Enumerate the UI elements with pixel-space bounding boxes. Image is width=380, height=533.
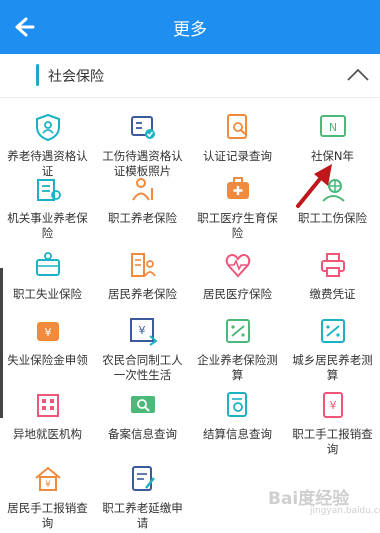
house-money-icon: ¥	[35, 466, 61, 491]
service-label: 职工工伤保险	[298, 211, 367, 225]
service-label: 结算信息查询	[203, 427, 272, 441]
money-transfer-icon: ¥	[130, 318, 158, 346]
printer-icon	[321, 253, 345, 277]
service-label: 职工养老保险	[108, 211, 177, 225]
service-label: 职工养老延缴申请	[102, 501, 183, 530]
document-search-icon	[227, 114, 247, 139]
top-bar: 更多	[0, 0, 380, 54]
worker-box-icon	[36, 252, 60, 276]
hospital-building-icon	[37, 394, 59, 417]
chevron-up-icon[interactable]	[346, 66, 370, 84]
receipt-icon: ¥	[323, 392, 343, 418]
service-label: 机关事业养老保险	[7, 211, 88, 240]
form-edit-icon	[132, 466, 155, 491]
watermark-sub: jingyan.baidu.com	[310, 506, 380, 516]
n-year-card-icon: N	[320, 115, 346, 137]
elder-user-icon	[132, 178, 153, 201]
money-box-icon: ¥	[37, 322, 59, 341]
svg-text:¥: ¥	[330, 399, 337, 412]
svg-text:¥: ¥	[45, 480, 51, 490]
service-label: 认证记录查询	[203, 149, 272, 163]
svg-text:¥: ¥	[45, 326, 52, 339]
settlement-search-icon	[227, 392, 247, 417]
medical-kit-icon	[227, 177, 249, 199]
service-label: 失业保险金申领	[7, 353, 88, 367]
page-title: 更多	[173, 20, 207, 40]
shield-user-icon	[36, 113, 60, 142]
service-label: 备案信息查询	[108, 427, 177, 441]
service-label: 职工医疗生育保险	[197, 211, 278, 240]
id-card-icon	[131, 116, 155, 139]
service-label: 居民养老保险	[108, 287, 177, 301]
section-header[interactable]: 社会保险	[0, 54, 380, 98]
calculator-icon	[226, 319, 250, 343]
service-label: 城乡居民养老测算	[292, 353, 373, 382]
service-label: 职工手工报销查询	[292, 427, 373, 456]
service-label: 异地就医机构	[13, 427, 82, 441]
service-label: 居民手工报销查询	[7, 501, 88, 530]
service-label: 缴费凭证	[309, 287, 356, 301]
record-search-icon	[131, 396, 155, 413]
calculator-icon	[321, 319, 345, 343]
resident-elder-icon	[131, 253, 156, 277]
section-marker	[36, 64, 39, 86]
section-title: 社会保险	[48, 69, 104, 85]
left-edge-mark	[0, 268, 3, 418]
red-pointer-arrow-icon	[296, 164, 332, 208]
service-label: 居民医疗保险	[203, 287, 272, 301]
social-insurance-section: 社会保险 养老待遇资格认证 工伤待遇资格认证模板照片 认证记录查询 N 社保N年…	[0, 54, 380, 533]
service-label: 职工失业保险	[13, 287, 82, 301]
service-label: 农民合同制工人一次性生活	[102, 353, 183, 382]
svg-text:N: N	[329, 121, 337, 134]
building-user-icon	[37, 179, 61, 201]
svg-text:¥: ¥	[139, 324, 146, 337]
service-label: 企业养老保险测算	[197, 353, 278, 382]
heartbeat-icon	[225, 254, 251, 278]
watermark: Bai度经验 jingyan.baidu.com	[268, 482, 380, 522]
